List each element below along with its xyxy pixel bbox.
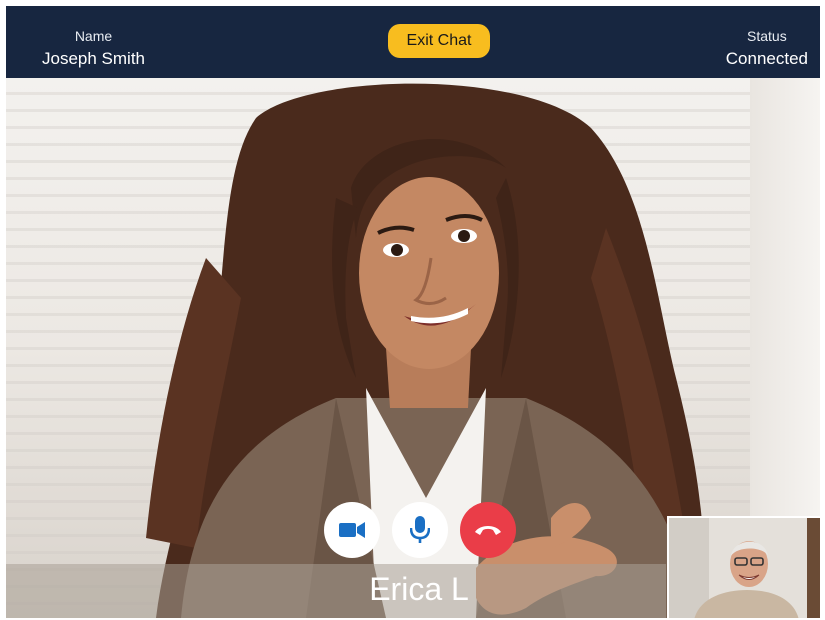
self-view-video[interactable] bbox=[667, 516, 820, 618]
call-controls bbox=[324, 502, 518, 560]
toggle-video-button[interactable] bbox=[324, 502, 380, 558]
status-block: Status Connected bbox=[726, 28, 808, 69]
end-call-button[interactable] bbox=[460, 502, 516, 558]
toggle-mic-button[interactable] bbox=[392, 502, 448, 558]
local-participant-image bbox=[669, 518, 820, 618]
name-value: Joseph Smith bbox=[42, 49, 145, 68]
video-camera-icon bbox=[339, 522, 365, 538]
exit-chat-button[interactable]: Exit Chat bbox=[388, 24, 490, 58]
microphone-icon bbox=[410, 516, 430, 543]
status-label: Status bbox=[747, 28, 787, 44]
status-value: Connected bbox=[725, 49, 808, 68]
caller-name-block: Name Joseph Smith bbox=[42, 28, 145, 69]
phone-hangup-icon bbox=[475, 526, 501, 535]
top-bar: Name Joseph Smith Exit Chat Status Conne… bbox=[6, 6, 820, 78]
name-label: Name bbox=[74, 28, 113, 44]
video-call-window: Name Joseph Smith Exit Chat Status Conne… bbox=[6, 6, 820, 618]
